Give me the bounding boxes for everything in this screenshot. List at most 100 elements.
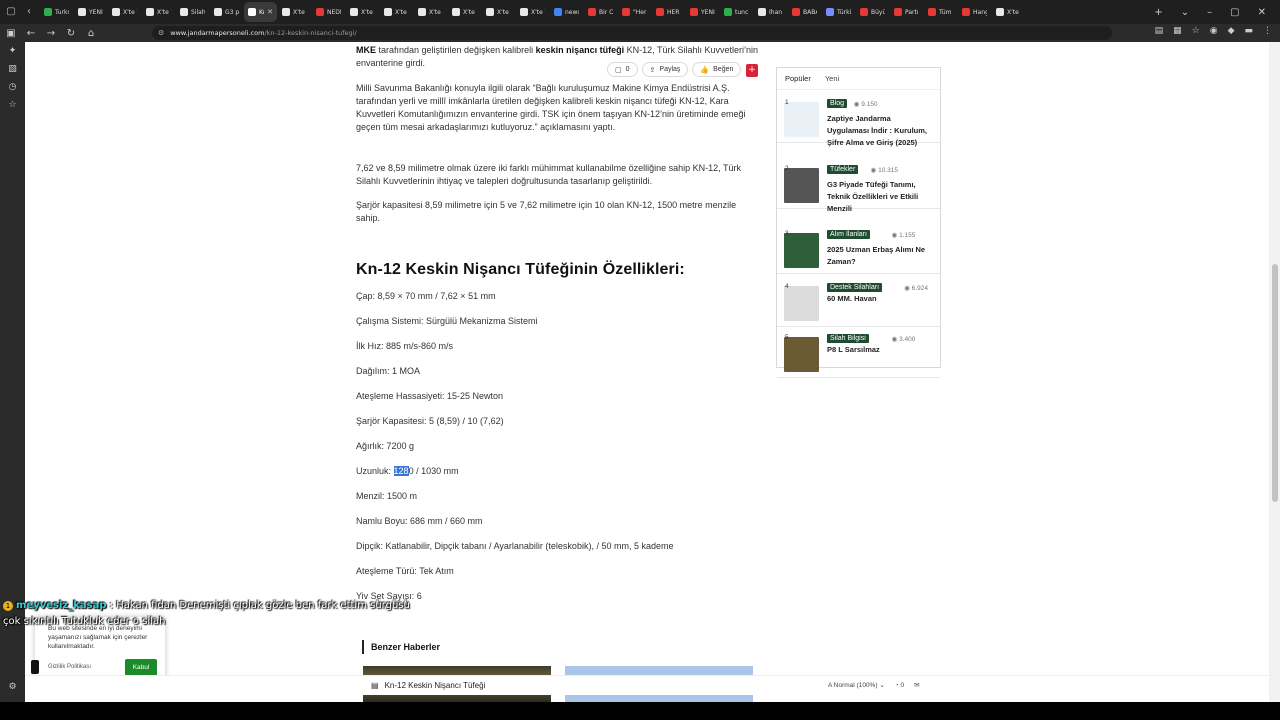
bottom-title: ▤ Kn-12 Keskin Nişancı Tüfeği (371, 681, 485, 690)
browser-tab[interactable]: Silah (176, 2, 209, 22)
item-thumbnail[interactable] (784, 102, 819, 137)
item-title[interactable]: P8 L Sarsılmaz (827, 344, 933, 356)
save-bookmark-button[interactable]: + (746, 64, 758, 77)
selected-text[interactable]: 128 (393, 466, 409, 476)
popular-list-item[interactable]: 3 Alım İlanları ◉ 1.155 2025 Uzman Erbaş Al… (777, 221, 940, 274)
sidebar-toggle-icon[interactable]: ▣ (2, 28, 20, 39)
browser-tab[interactable]: Bir C (584, 2, 617, 22)
scroll-thumb[interactable] (1272, 264, 1278, 502)
close-window-icon[interactable]: ✕ (1258, 7, 1266, 18)
item-views: ◉ 10.315 (871, 166, 898, 174)
browser-tab[interactable]: NEDİ (312, 2, 345, 22)
bottom-title-text: Kn-12 Keskin Nişancı Tüfeği (384, 681, 486, 690)
tab-title: X'te T (531, 8, 545, 16)
browser-tab[interactable]: tunc (720, 2, 753, 22)
item-thumbnail[interactable] (784, 286, 819, 321)
browser-tab[interactable]: X'te E (380, 2, 413, 22)
history-icon[interactable]: ◷ (0, 78, 25, 96)
sidebar-settings-icon[interactable]: ⚙ (0, 682, 25, 692)
profile-icon[interactable]: ◉ (1210, 26, 1218, 36)
ai-sidebar-icon[interactable]: ✦ (0, 42, 25, 60)
browser-tab[interactable]: news (550, 2, 583, 22)
tab-close-icon[interactable]: ✕ (267, 8, 273, 16)
forward-icon[interactable]: → (42, 28, 60, 39)
tab-favicon-icon (350, 8, 358, 16)
browser-tab[interactable]: X'te E (448, 2, 481, 22)
mail-icon[interactable]: ✉ (914, 681, 919, 689)
item-category-badge[interactable]: Destek Silahları (827, 283, 883, 292)
browser-tab[interactable]: İhan (754, 2, 787, 22)
browser-tab[interactable]: X'te M (482, 2, 515, 22)
comments-button[interactable]: ▢ 0 (607, 62, 638, 77)
browser-tab[interactable]: Kn✕ (244, 2, 277, 22)
maximize-icon[interactable]: ▢ (1230, 7, 1239, 18)
browser-tab[interactable]: X'te H (278, 2, 311, 22)
browser-tab[interactable]: G3 pi (210, 2, 243, 22)
back-icon[interactable]: ← (22, 28, 40, 39)
wallet-icon[interactable]: ▬ (1244, 26, 1253, 36)
tab-scroll-left-icon[interactable]: ‹ (24, 7, 34, 17)
tab-new[interactable]: Yeni (825, 68, 839, 89)
bottom-comments[interactable]: ◔ 0 (895, 682, 904, 689)
address-bar[interactable]: ⚙ www.jandarmapersoneli.com/kn-12-keskin… (152, 26, 1112, 40)
share-button[interactable]: ⇪ Paylaş (641, 62, 689, 77)
item-category-badge[interactable]: Blog (827, 99, 848, 108)
privacy-policy-link[interactable]: Gizlilik Politikası (48, 664, 91, 670)
chat-line-1: 1 meyvesiz_kasap : Hakan fidan Denemişti … (3, 598, 410, 614)
item-title[interactable]: G3 Piyade Tüfeği Tanımı, Teknik Özellikl… (827, 179, 933, 215)
extension-icon[interactable]: ◆ (1228, 26, 1235, 36)
browser-tab[interactable]: Büyü (856, 2, 889, 22)
item-thumbnail[interactable] (784, 168, 819, 203)
item-title[interactable]: 60 MM. Havan (827, 293, 933, 305)
site-info-icon[interactable]: ⚙ (158, 29, 164, 37)
browser-tab[interactable]: X'te Tı (142, 2, 175, 22)
tab-popular[interactable]: Popüler (785, 68, 811, 89)
item-thumbnail[interactable] (784, 337, 819, 372)
new-tab-icon[interactable]: + (1154, 7, 1162, 18)
home-icon[interactable]: ⌂ (82, 28, 100, 39)
sniper-link[interactable]: keskin nişancı tüfeği (536, 45, 625, 55)
font-size-select[interactable]: A Normal (100%) ⌄ (828, 681, 885, 689)
tab-title: "Her i (633, 8, 647, 16)
browser-tab[interactable]: HER İ (652, 2, 685, 22)
page-scrollbar[interactable] (1269, 42, 1280, 702)
app-menu-icon[interactable]: ▢ (6, 7, 16, 17)
item-title[interactable]: 2025 Uzman Erbaş Alımı Ne Zaman? (827, 244, 933, 268)
browser-tab[interactable]: "Her i (618, 2, 651, 22)
browser-tab[interactable]: Partı (890, 2, 923, 22)
tab-favicon-icon (690, 8, 698, 16)
menu-dots-icon[interactable]: ⋮ (1263, 26, 1272, 36)
reader-icon[interactable]: ▤ (1155, 26, 1164, 36)
tab-list-chevron-icon[interactable]: ⌄ (1181, 7, 1189, 18)
screenshot-icon[interactable]: ▦ (1173, 26, 1182, 36)
browser-tab[interactable]: X'te D (346, 2, 379, 22)
item-title[interactable]: Zaptiye Jandarma Uygulaması İndir : Kuru… (827, 113, 933, 149)
browser-tab[interactable]: Hang (958, 2, 991, 22)
popular-list-item[interactable]: 2 Tüfekler ◉ 10.315 G3 Piyade Tüfeği Tanımı… (777, 156, 940, 213)
browser-tab[interactable]: BABA (788, 2, 821, 22)
cookie-close-icon[interactable] (31, 660, 39, 674)
favorites-icon[interactable]: ☆ (0, 96, 25, 114)
popular-list-item[interactable]: 1 Blog ◉ 9.150 Zaptiye Jandarma Uygulaması … (777, 90, 940, 147)
browser-tab[interactable]: X'te (992, 2, 1025, 22)
item-category-badge[interactable]: Alım İlanları (827, 230, 870, 239)
browser-tab[interactable]: X'te T (516, 2, 549, 22)
popular-list-item[interactable]: 4 Destek Silahları ◉ 6.924 60 MM. Havan (777, 274, 940, 327)
like-button[interactable]: 👍 Beğen (692, 62, 742, 77)
item-thumbnail[interactable] (784, 233, 819, 268)
accept-cookies-button[interactable]: Kabul (125, 659, 157, 676)
workspaces-icon[interactable]: ▧ (0, 60, 25, 78)
popular-list-item[interactable]: 5 Silah Bilgisi ◉ 3.400 P8 L Sarsılmaz (777, 325, 940, 378)
browser-tab[interactable]: YENİ (686, 2, 719, 22)
reload-icon[interactable]: ↻ (62, 28, 80, 39)
browser-tab[interactable]: Turkso (40, 2, 73, 22)
browser-tab[interactable]: Türki (822, 2, 855, 22)
browser-tab[interactable]: X'te A (414, 2, 447, 22)
item-category-badge[interactable]: Tüfekler (827, 165, 859, 174)
browser-tab[interactable]: YENİ I (74, 2, 107, 22)
browser-tab[interactable]: Tüm (924, 2, 957, 22)
bookmark-star-icon[interactable]: ☆ (1192, 26, 1200, 36)
browser-tab[interactable]: X'te Tı (108, 2, 141, 22)
item-category-badge[interactable]: Silah Bilgisi (827, 334, 869, 343)
minimize-icon[interactable]: – (1207, 7, 1212, 18)
